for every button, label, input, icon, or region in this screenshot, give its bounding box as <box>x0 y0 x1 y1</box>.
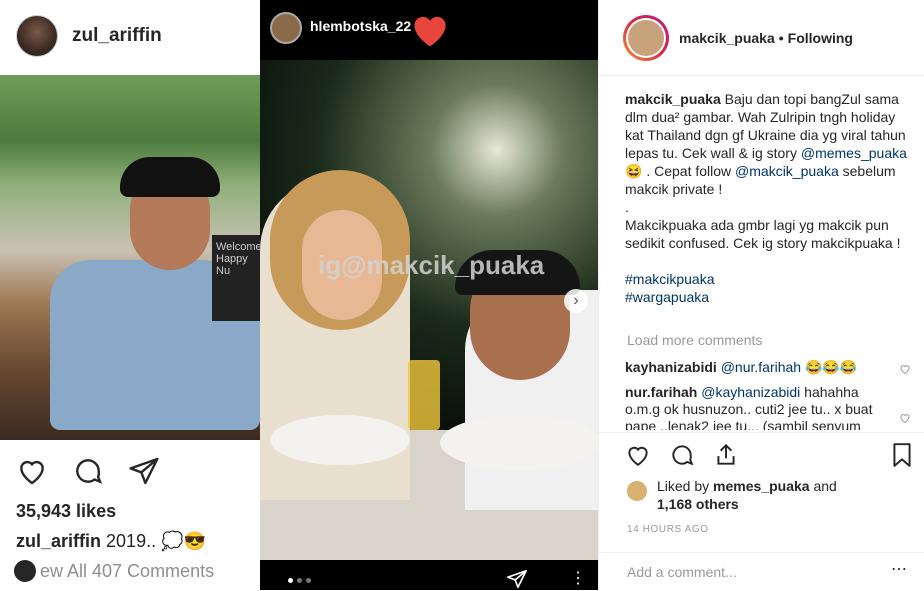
avatar <box>628 19 664 56</box>
comment-username[interactable]: kayhanizabidi <box>625 359 717 375</box>
bookmark-icon[interactable] <box>891 442 913 468</box>
separator-dot: • <box>778 29 784 46</box>
caption-text: 2019.. 💭😎 <box>106 531 206 551</box>
hashtag-link[interactable]: #wargapuaka <box>625 288 915 306</box>
heart-icon[interactable] <box>625 442 651 468</box>
left-post: zul_ariffin Welcome Happy Nu 35,943 like… <box>0 0 261 590</box>
post-header: makcik_puaka • Following <box>599 0 924 76</box>
photo-glass <box>408 360 440 430</box>
comment: nur.farihah @kayhanizabidi hahahha o.m.g… <box>625 384 895 430</box>
comment: kayhanizabidi @nur.farihah 😂😂😂 <box>625 359 895 376</box>
post-photo[interactable]: Welcome Happy Nu <box>0 75 260 440</box>
likes-count[interactable]: 35,943 likes <box>16 501 116 522</box>
carousel-dots <box>288 578 311 583</box>
story-post: hlembotska_22 ig@makcik_puaka › ⋮ <box>260 0 598 590</box>
comment-icon[interactable] <box>72 455 104 487</box>
watermark: ig@makcik_puaka <box>318 250 545 280</box>
caption-username[interactable]: makcik_puaka <box>625 91 721 107</box>
next-arrow-icon[interactable]: › <box>564 289 588 313</box>
photo-plate <box>440 415 598 470</box>
liked-by-and: and <box>813 478 837 494</box>
caption-username[interactable]: zul_ariffin <box>16 531 101 551</box>
mention-link[interactable]: @kayhanizabidi <box>701 384 800 400</box>
more-options-icon[interactable]: ⋮ <box>570 568 586 588</box>
share-icon[interactable] <box>128 455 160 487</box>
photo-sign: Welcome Happy Nu <box>212 235 260 321</box>
caption-text: 😆 . Cepat follow <box>625 163 736 179</box>
comment-icon[interactable] <box>669 442 695 468</box>
mention-link[interactable]: @nur.farihah <box>721 359 801 375</box>
send-icon[interactable] <box>506 568 528 590</box>
carousel-dot <box>297 578 302 583</box>
story-avatar[interactable] <box>270 12 302 44</box>
view-comments-link[interactable]: ew All 407 Comments <box>14 560 214 582</box>
hashtag-link[interactable]: #makcikpuaka <box>625 270 915 288</box>
heart-sticker-icon <box>414 16 446 47</box>
caption-dot: . <box>625 199 629 215</box>
liked-by: Liked by memes_puaka and 1,168 others <box>627 477 837 513</box>
liked-by-label: Liked by <box>657 478 710 494</box>
story-photo[interactable]: ig@makcik_puaka <box>260 60 598 560</box>
divider <box>599 432 924 433</box>
comment-username[interactable]: nur.farihah <box>625 384 697 400</box>
post-caption: makcik_puaka Baju dan topi bangZul sama … <box>625 90 915 306</box>
story-ring[interactable] <box>623 14 669 61</box>
others-link[interactable]: 1,168 others <box>657 496 739 512</box>
carousel-dot <box>306 578 311 583</box>
like-comment-heart-icon[interactable] <box>899 363 911 375</box>
overlay-circle-icon <box>14 560 36 582</box>
comment-input[interactable] <box>625 563 869 581</box>
post-detail-panel: makcik_puaka • Following makcik_puaka Ba… <box>598 0 924 590</box>
timestamp[interactable]: 14 HOURS AGO <box>627 524 709 535</box>
photo-plate <box>270 415 410 465</box>
ring-inner <box>626 17 666 58</box>
post-actions <box>16 455 160 487</box>
post-caption: zul_ariffin 2019.. 💭😎 <box>16 531 206 552</box>
post-actions <box>625 442 739 468</box>
upload-share-icon[interactable] <box>713 442 739 468</box>
carousel-dot <box>288 578 293 583</box>
view-comments-text: ew All 407 Comments <box>40 560 215 581</box>
caption-paragraph: Makcikpuaka ada gmbr lagi yg makcik pun … <box>625 217 901 251</box>
like-comment-heart-icon[interactable] <box>899 412 911 424</box>
comment-box: ⋯ <box>599 552 924 591</box>
story-header: hlembotska_22 <box>260 0 598 60</box>
load-more-comments-button[interactable]: Load more comments <box>627 332 762 348</box>
comment-text: 😂😂😂 <box>801 359 858 375</box>
liker-avatar[interactable] <box>627 481 647 501</box>
username[interactable]: zul_ariffin <box>72 25 162 47</box>
avatar[interactable] <box>16 15 58 57</box>
more-options-icon[interactable]: ⋯ <box>891 559 907 579</box>
mention-link[interactable]: @makcik_puaka <box>735 163 839 179</box>
mention-link[interactable]: @memes_puaka <box>801 145 907 161</box>
username[interactable]: makcik_puaka <box>679 30 775 46</box>
story-footer: ⋮ <box>260 560 598 590</box>
story-username[interactable]: hlembotska_22 <box>310 18 411 34</box>
left-post-header: zul_ariffin <box>0 0 260 72</box>
liked-by-text: Liked by memes_puaka and 1,168 others <box>657 477 837 513</box>
liker-username[interactable]: memes_puaka <box>713 478 810 494</box>
heart-icon[interactable] <box>16 455 48 487</box>
photo-figure-cap <box>120 157 220 197</box>
following-button[interactable]: Following <box>788 30 853 46</box>
